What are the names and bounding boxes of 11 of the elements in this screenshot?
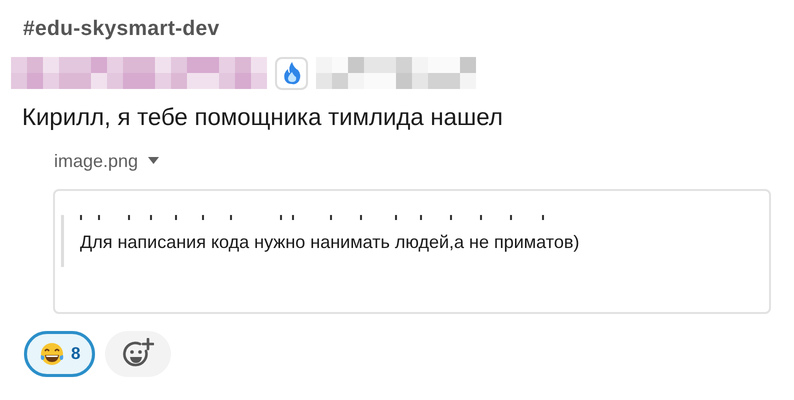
channel-title: #edu-skysmart-dev: [23, 16, 221, 42]
add-reaction-button[interactable]: [105, 330, 172, 376]
image-preview[interactable]: Для написания кода нужно нанимать людей,а не приматов): [53, 188, 771, 314]
caret-icon[interactable]: [148, 157, 160, 165]
quote-text: Для написания кода нужно нанимать людей,а не приматов): [80, 230, 580, 254]
add-emoji-icon: [122, 338, 154, 370]
attachment-name: image.png: [54, 150, 138, 173]
reaction-button[interactable]: 8: [24, 330, 96, 376]
fire-icon: [282, 61, 302, 85]
laughing-emoji-icon: [39, 340, 65, 366]
message-text: Кирилл, я тебе помощника тимлида нашел: [22, 102, 504, 132]
